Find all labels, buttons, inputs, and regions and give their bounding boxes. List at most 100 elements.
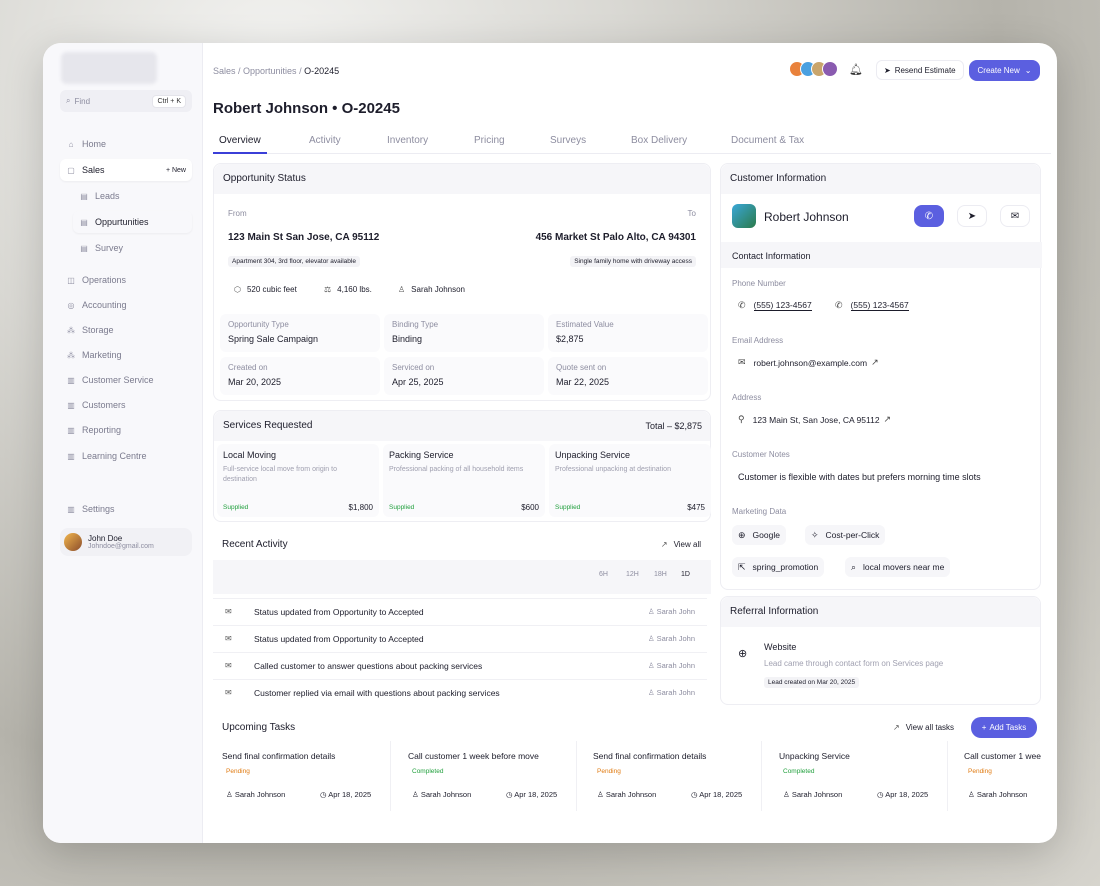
create-new-button[interactable]: Create New ⌄ (969, 60, 1040, 81)
email-link[interactable]: ✉ robert.johnson@example.com ↗ (738, 357, 879, 368)
sidebar-item-leads[interactable]: ▤ Leads (73, 185, 192, 207)
tab-surveys[interactable]: Surveys (544, 133, 592, 154)
phone-1[interactable]: ✆ (555) 123-4567 (738, 300, 812, 311)
customer-info-card: Customer Information Robert Johnson ✆ ➤ … (720, 163, 1042, 590)
section-title: Opportunity Status (214, 164, 710, 194)
view-all-tasks-link[interactable]: ↗ View all tasks (893, 723, 954, 732)
task-title: Call customer 1 week before move (408, 751, 539, 761)
task-date: ◷ Apr 18, 2025 (877, 790, 929, 799)
date-value: Apr 18, 2025 (885, 790, 929, 799)
task-card[interactable]: Call customer 1 week before move Pending ♙… (955, 741, 1041, 811)
building-icon: ▥ (67, 375, 75, 385)
list-item[interactable]: ✉ Status updated from Opportunity to Acce… (213, 625, 707, 652)
task-assignee: ♙ Sarah Johnson (597, 790, 657, 799)
tab-box-delivery[interactable]: Box Delivery (625, 133, 693, 154)
range-18h[interactable]: 18H (654, 571, 667, 578)
sidebar-item-label: Home (82, 139, 107, 149)
operations-icon: ◫ (67, 275, 75, 285)
activity-user-name: Sarah John (656, 661, 695, 670)
sidebar-item-home[interactable]: ⌂ Home (60, 133, 192, 155)
bell-icon[interactable]: 🔔︎ (849, 63, 863, 76)
activity-text: Called customer to answer questions abou… (254, 661, 483, 671)
resend-estimate-button[interactable]: ➤ Resend Estimate (876, 60, 964, 80)
status-badge: Supplied (555, 504, 581, 511)
user-profile[interactable]: John Doe Johndoe@gmail.com (60, 528, 192, 556)
sidebar-item-label: Customer Service (82, 375, 154, 385)
tab-bar: Overview Activity Inventory Pricing Surv… (213, 133, 1051, 154)
building-icon: ▥ (67, 425, 75, 435)
sidebar-item-customer-service[interactable]: ▥ Customer Service (60, 369, 192, 391)
field-label: Quote sent on (556, 363, 607, 372)
sidebar-item-operations[interactable]: ◫ Operations (60, 269, 192, 291)
sidebar-item-survey[interactable]: ▤ Survey (73, 237, 192, 259)
sidebar-item-label: Operations (82, 275, 127, 285)
tab-inventory[interactable]: Inventory (381, 133, 434, 154)
sidebar-item-label: Marketing (82, 350, 122, 360)
main-content: Sales / Opportunities / O-20245 🔔︎ ➤ Rese… (203, 43, 1057, 843)
phone-button[interactable]: ✆ (914, 205, 944, 227)
view-all-activity-link[interactable]: ↗ View all (661, 540, 701, 549)
email-button[interactable]: ✉ (1000, 205, 1030, 227)
activity-text: Customer replied via email with question… (254, 688, 500, 698)
sidebar-item-marketing[interactable]: ⁂ Marketing (60, 344, 192, 366)
range-12h[interactable]: 12H (626, 571, 639, 578)
referral-desc: Lead came through contact form on Servic… (764, 659, 944, 668)
address-link[interactable]: ⚲ 123 Main St, San Jose, CA 95112 ↗ (738, 414, 891, 425)
assignee-name: Sarah Johnson (420, 790, 472, 799)
service-title: Local Moving (223, 450, 277, 460)
task-card[interactable]: Send final confirmation details Pending ♙ … (584, 741, 762, 811)
sidebar-item-reporting[interactable]: ▥ Reporting (60, 419, 192, 441)
mail-icon: ✉ (225, 634, 232, 643)
tab-pricing[interactable]: Pricing (468, 133, 511, 154)
field-label: Serviced on (392, 363, 435, 372)
sidebar-item-customers[interactable]: ▥ Customers (60, 394, 192, 416)
field-label: Created on (228, 363, 268, 372)
file-icon: ▤ (80, 217, 88, 227)
referral-source: Website (764, 642, 797, 652)
to-label: To (687, 209, 696, 218)
sidebar-item-storage[interactable]: ⁂ Storage (60, 319, 192, 341)
mail-icon: ✉ (225, 661, 232, 670)
range-6h[interactable]: 6H (599, 571, 608, 578)
task-card[interactable]: Call customer 1 week before move Complete… (399, 741, 577, 811)
weight-value: 4,160 lbs. (337, 285, 372, 294)
sidebar-item-settings[interactable]: ▥ Settings (60, 498, 192, 520)
sidebar-item-label: Leads (95, 191, 120, 201)
sidebar-item-learning-centre[interactable]: ▥ Learning Centre (60, 445, 192, 467)
status-badge: Supplied (223, 504, 249, 511)
new-sale-button[interactable]: + New (166, 167, 186, 174)
sidebar-item-label: Accounting (82, 300, 127, 310)
sidebar-item-opportunities[interactable]: ▤ Oppurtunities (73, 211, 192, 233)
opportunity-status-card: Opportunity Status From To 123 Main St S… (213, 163, 711, 401)
tab-document-tax[interactable]: Document & Tax (725, 133, 810, 154)
range-1d[interactable]: 1D (681, 571, 690, 578)
collaborator-avatars[interactable] (789, 61, 838, 77)
add-tasks-label: Add Tasks (989, 723, 1027, 732)
breadcrumb-sales[interactable]: Sales (213, 66, 236, 76)
task-card[interactable]: Unpacking Service Completed ♙ Sarah Johnso… (770, 741, 948, 811)
tab-activity[interactable]: Activity (303, 133, 347, 154)
referral-card: Referral Information ⊕ Website Lead came… (720, 596, 1041, 705)
keyword-value: local movers near me (863, 562, 945, 572)
list-item[interactable]: ✉ Customer replied via email with questio… (213, 679, 707, 706)
search-input[interactable]: ⌕ Find Ctrl + K (60, 90, 192, 112)
marketing-label: Marketing Data (732, 507, 787, 516)
sidebar-item-sales[interactable]: ▢ Sales + New (60, 159, 192, 181)
contact-info-title: Contact Information (732, 251, 811, 261)
list-item[interactable]: ✉ Called customer to answer questions abo… (213, 652, 707, 679)
breadcrumb-opportunities[interactable]: Opportunities (243, 66, 297, 76)
tab-overview[interactable]: Overview (213, 133, 267, 154)
app-window: ⌕ Find Ctrl + K ⌂ Home ▢ Sales + New ▤ Leads… (43, 43, 1057, 843)
phone-2[interactable]: ✆ (555) 123-4567 (835, 300, 909, 311)
send-message-button[interactable]: ➤ (957, 205, 987, 227)
add-tasks-button[interactable]: + Add Tasks (971, 717, 1037, 738)
list-item[interactable]: ✉ Status updated from Opportunity to Acce… (213, 598, 707, 625)
customer-name: Robert Johnson (764, 210, 849, 224)
referral-created: Lead created on Mar 20, 2025 (764, 677, 860, 688)
field-label: Estimated Value (556, 320, 614, 329)
field-binding-type: Binding Type Binding (384, 314, 544, 352)
sidebar-item-accounting[interactable]: ◎ Accounting (60, 294, 192, 316)
task-card[interactable]: Send final confirmation details Pending ♙ … (213, 741, 391, 811)
date-value: Apr 18, 2025 (699, 790, 743, 799)
sidebar-item-label: Learning Centre (82, 451, 147, 461)
